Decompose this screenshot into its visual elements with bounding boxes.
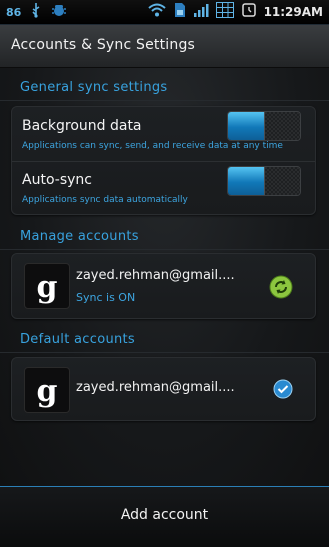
svg-text:g: g bbox=[37, 270, 58, 305]
general-sync-card: Background data Applications can sync, s… bbox=[11, 106, 316, 215]
auto-sync-toggle[interactable] bbox=[227, 166, 301, 196]
grid-icon bbox=[215, 2, 234, 22]
section-divider bbox=[0, 100, 329, 101]
toggle-on-segment bbox=[228, 112, 264, 140]
auto-sync-row[interactable]: Auto-sync Applications sync data automat… bbox=[12, 162, 315, 214]
signal-icon bbox=[193, 2, 209, 22]
title-bar: Accounts & Sync Settings bbox=[0, 25, 329, 68]
bug-icon bbox=[51, 2, 67, 22]
section-header-default: Default accounts bbox=[20, 332, 135, 347]
alarm-icon bbox=[241, 2, 257, 22]
background-data-toggle[interactable] bbox=[227, 111, 301, 141]
google-account-icon: g bbox=[24, 263, 70, 309]
status-bar: 86 11:29AM bbox=[0, 0, 329, 25]
toggle-knob bbox=[264, 112, 300, 140]
section-divider bbox=[0, 352, 329, 353]
clock: 11:29AM bbox=[263, 5, 323, 19]
checkmark-icon[interactable] bbox=[273, 379, 293, 403]
settings-content: General sync settings Background data Ap… bbox=[0, 68, 329, 486]
sim-icon bbox=[174, 2, 186, 22]
section-header-manage: Manage accounts bbox=[20, 229, 139, 244]
add-account-button[interactable]: Add account bbox=[0, 486, 329, 547]
add-account-label: Add account bbox=[120, 507, 209, 523]
svg-text:g: g bbox=[37, 374, 58, 409]
battery-level: 86 bbox=[6, 5, 22, 19]
default-account-item[interactable]: g zayed.rehman@gmail.... bbox=[11, 357, 316, 421]
section-divider bbox=[0, 249, 329, 250]
auto-sync-title: Auto-sync bbox=[22, 172, 92, 188]
background-data-title: Background data bbox=[22, 118, 142, 134]
section-header-general: General sync settings bbox=[20, 80, 168, 95]
usb-icon bbox=[30, 2, 42, 22]
sync-icon bbox=[269, 275, 293, 303]
google-account-icon: g bbox=[24, 367, 70, 413]
sync-status: Sync is ON bbox=[76, 291, 136, 304]
toggle-on-segment bbox=[228, 167, 264, 195]
background-data-row[interactable]: Background data Applications can sync, s… bbox=[12, 107, 315, 161]
wifi-icon bbox=[147, 2, 167, 22]
account-email: zayed.rehman@gmail.... bbox=[76, 380, 235, 395]
background-data-subtitle: Applications can sync, send, and receive… bbox=[22, 141, 283, 151]
page-title: Accounts & Sync Settings bbox=[11, 37, 196, 53]
account-email: zayed.rehman@gmail.... bbox=[76, 268, 235, 283]
toggle-knob bbox=[264, 167, 300, 195]
auto-sync-subtitle: Applications sync data automatically bbox=[22, 195, 188, 205]
manage-account-item[interactable]: g zayed.rehman@gmail.... Sync is ON bbox=[11, 253, 316, 319]
